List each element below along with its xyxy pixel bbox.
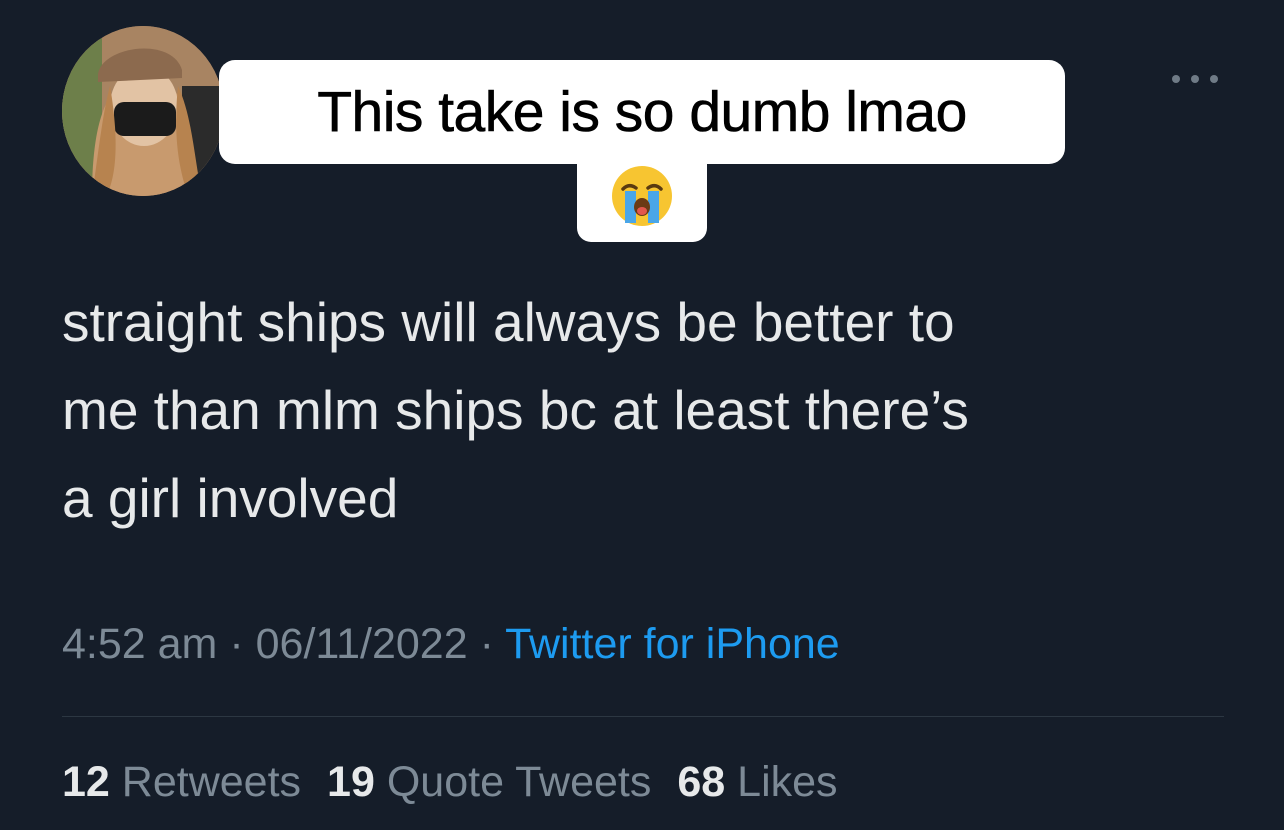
meta-separator: ·	[229, 620, 244, 668]
tweet-text-line: me than mlm ships bc at least there’s	[62, 379, 969, 441]
avatar-photo	[62, 26, 224, 196]
retweets-label: Retweets	[121, 758, 302, 806]
tweet-text-line: a girl involved	[62, 467, 399, 529]
likes-count: 68	[677, 758, 726, 806]
likes-label: Likes	[737, 758, 838, 806]
more-dot	[1191, 75, 1199, 83]
tweet-text: straight ships will always be better to …	[62, 278, 1242, 542]
meta-separator: ·	[479, 620, 494, 668]
more-dot	[1210, 75, 1218, 83]
retweets-stat[interactable]: 12 Retweets	[62, 758, 301, 806]
divider	[62, 716, 1224, 717]
avatar[interactable]	[62, 26, 224, 196]
caption-text: This take is so dumb lmao	[317, 80, 968, 145]
tweet-text-line: straight ships will always be better to	[62, 291, 955, 353]
tweet-stats: 12 Retweets 19 Quote Tweets 68 Likes	[62, 758, 838, 807]
caption-text-box: This take is so dumb lmao	[219, 60, 1065, 164]
likes-stat[interactable]: 68 Likes	[677, 758, 837, 806]
tweet-meta: 4:52 am · 06/11/2022 · Twitter for iPhon…	[62, 620, 840, 669]
tweet-source-link[interactable]: Twitter for iPhone	[505, 620, 840, 668]
caption-emoji-box	[577, 150, 707, 242]
quote-tweets-label: Quote Tweets	[386, 758, 652, 806]
quote-tweets-count: 19	[327, 758, 375, 806]
retweets-count: 12	[62, 758, 110, 806]
quote-tweets-stat[interactable]: 19 Quote Tweets	[327, 758, 651, 806]
tweet-date[interactable]: 06/11/2022	[256, 620, 468, 668]
loudly-crying-face-icon	[612, 166, 672, 226]
more-options-button[interactable]	[1170, 64, 1220, 94]
more-horizontal-icon	[1172, 75, 1180, 83]
tweet-time[interactable]: 4:52 am	[62, 620, 217, 668]
